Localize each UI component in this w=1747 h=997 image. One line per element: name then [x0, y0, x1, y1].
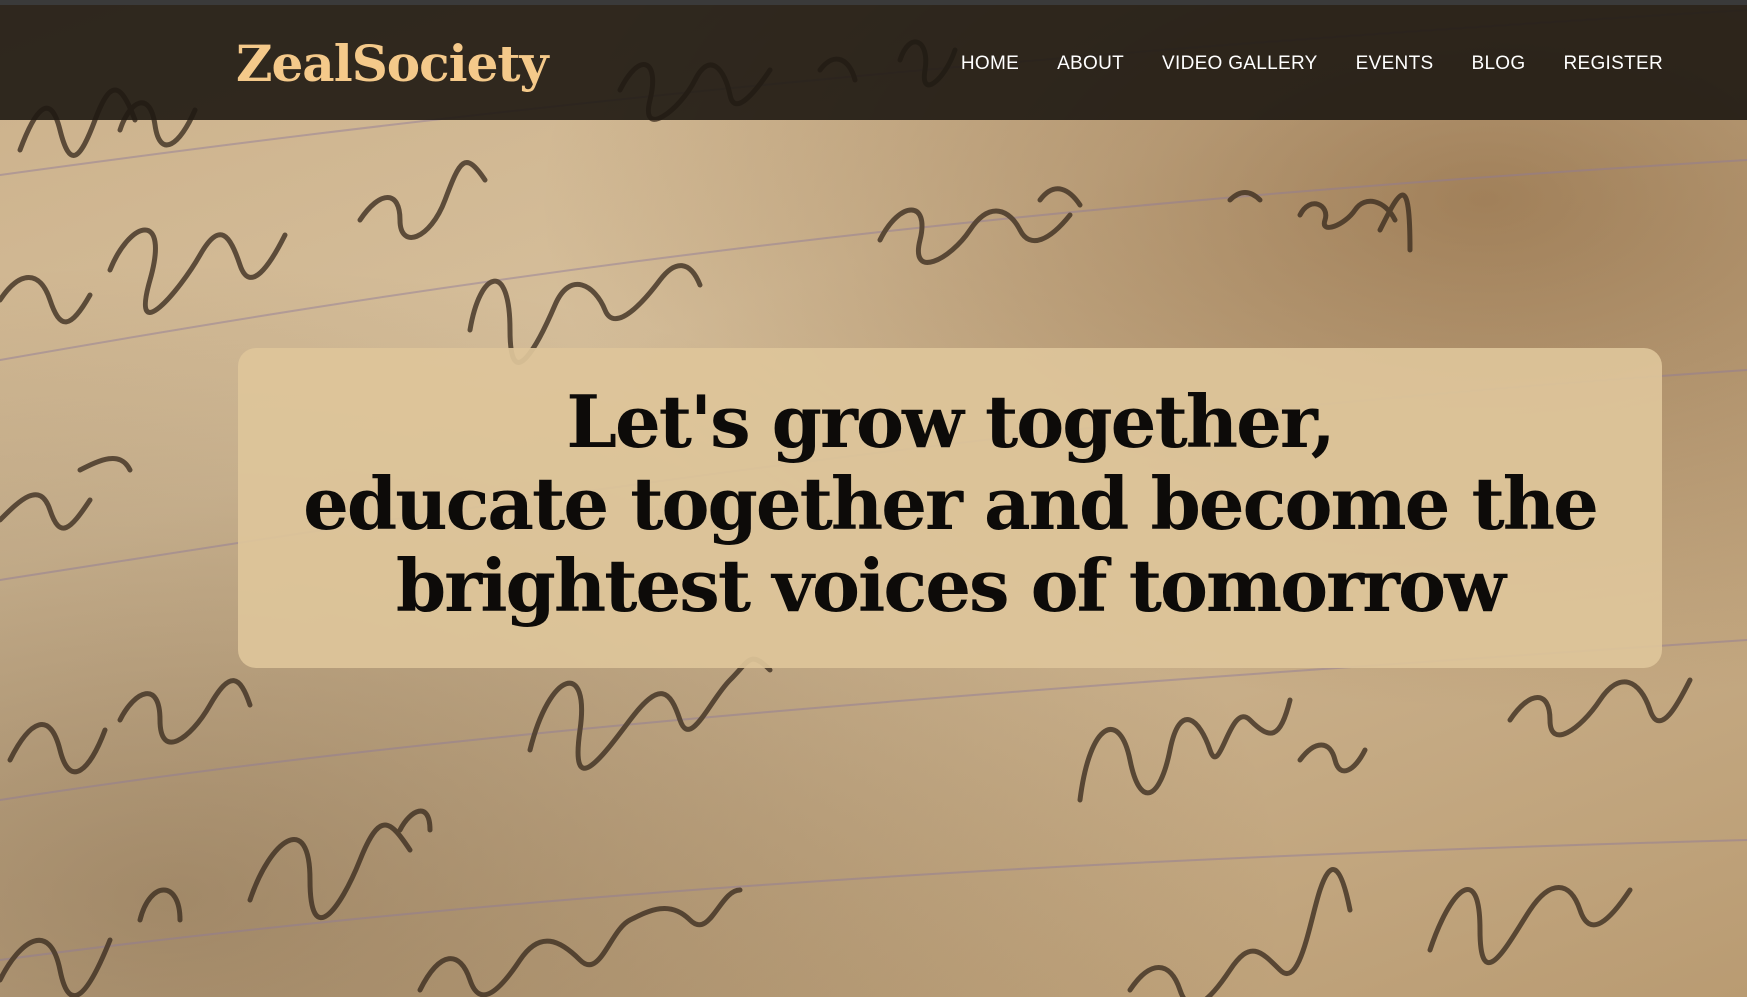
- nav-link-about[interactable]: ABOUT: [1057, 49, 1124, 79]
- hero-card: Let's grow together, educate together an…: [238, 348, 1662, 668]
- hero-headline-line-1: Let's grow together,: [566, 379, 1335, 464]
- hero-headline-line-2: educate together and become the: [303, 461, 1599, 546]
- nav-link-register[interactable]: REGISTER: [1563, 49, 1663, 79]
- hero-headline-line-3: brightest voices of tomorrow: [395, 543, 1506, 628]
- nav-link-blog[interactable]: BLOG: [1471, 49, 1525, 79]
- nav-link-events[interactable]: EVENTS: [1356, 49, 1434, 79]
- page: ZealSociety HOME ABOUT VIDEO GALLERY EVE…: [0, 0, 1747, 997]
- nav-link-home[interactable]: HOME: [961, 49, 1019, 79]
- main-navigation: HOME ABOUT VIDEO GALLERY EVENTS BLOG REG…: [923, 49, 1663, 79]
- site-logo[interactable]: ZealSociety: [236, 29, 549, 99]
- nav-link-video-gallery[interactable]: VIDEO GALLERY: [1162, 49, 1318, 79]
- site-header: ZealSociety HOME ABOUT VIDEO GALLERY EVE…: [0, 5, 1747, 120]
